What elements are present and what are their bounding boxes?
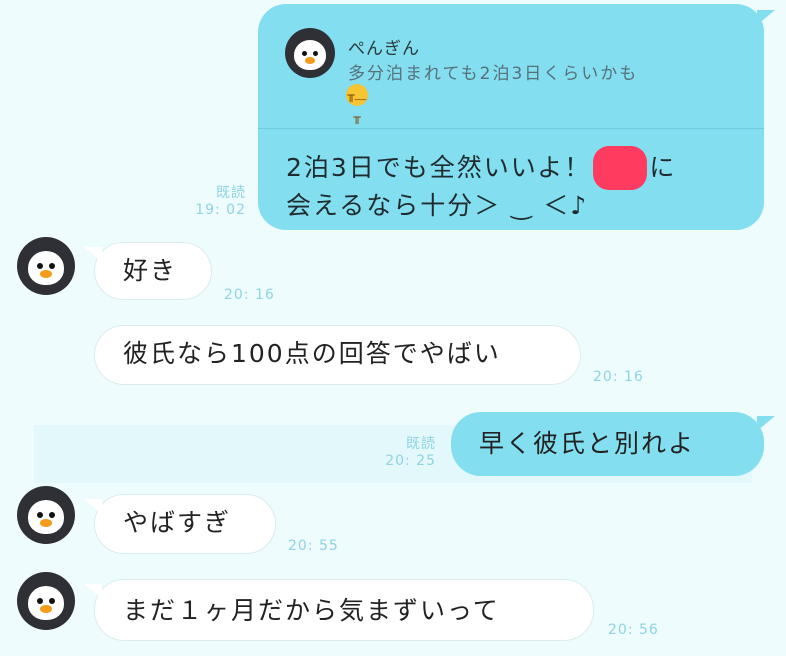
incoming-message-bubble[interactable]: やばすぎ	[84, 494, 276, 554]
reply-message-bubble[interactable]: ぺんぎん 多分泊まれても2泊3日くらいかも ╥﹏╥ 2泊3日でも全然いいよ！に …	[258, 4, 775, 230]
read-receipt: 既読 19: 02	[186, 185, 246, 219]
crying-face-icon: ╥﹏╥	[346, 84, 368, 124]
message-time: 20: 16	[593, 369, 644, 385]
penguin-avatar[interactable]	[17, 237, 75, 295]
message-time: 19: 02	[195, 202, 246, 218]
message-time: 20: 55	[288, 538, 339, 554]
message-text: 早く彼氏と別れよ	[479, 429, 696, 458]
quote-divider	[258, 128, 764, 129]
penguin-face-icon	[294, 40, 326, 70]
incoming-message-bubble[interactable]: まだ１ヶ月だから気まずいって	[84, 579, 594, 641]
penguin-face-icon	[28, 500, 64, 534]
message-time: 20: 25	[385, 453, 436, 469]
quote-avatar	[285, 28, 335, 78]
reply-message-text: 2泊3日でも全然いいよ！に 会えるなら十分＞ ‿ ＜♪	[286, 146, 676, 222]
redacted-name-mark	[593, 146, 648, 190]
read-label: 既読	[406, 436, 436, 452]
incoming-message-bubble[interactable]: 好き	[84, 242, 212, 300]
read-receipt: 既読 20: 25	[376, 436, 436, 470]
outgoing-message-bubble[interactable]: 早く彼氏と別れよ	[451, 412, 775, 476]
message-text: まだ１ヶ月だから気まずいって	[123, 596, 500, 625]
incoming-message-bubble[interactable]: 彼氏なら100点の回答でやばい	[94, 325, 581, 385]
message-time: 20: 16	[224, 287, 275, 303]
penguin-face-icon	[28, 251, 64, 285]
penguin-avatar[interactable]	[17, 486, 75, 544]
message-text: 彼氏なら100点の回答でやばい	[123, 339, 501, 368]
message-text: やばすぎ	[123, 508, 232, 537]
quote-text: 多分泊まれても2泊3日くらいかも	[348, 64, 639, 84]
message-time: 20: 56	[608, 622, 659, 638]
penguin-avatar[interactable]	[17, 572, 75, 630]
penguin-face-icon	[28, 586, 64, 620]
message-text: 好き	[123, 256, 178, 285]
read-label: 既読	[216, 185, 246, 201]
quote-sender-name: ぺんぎん	[348, 39, 420, 59]
